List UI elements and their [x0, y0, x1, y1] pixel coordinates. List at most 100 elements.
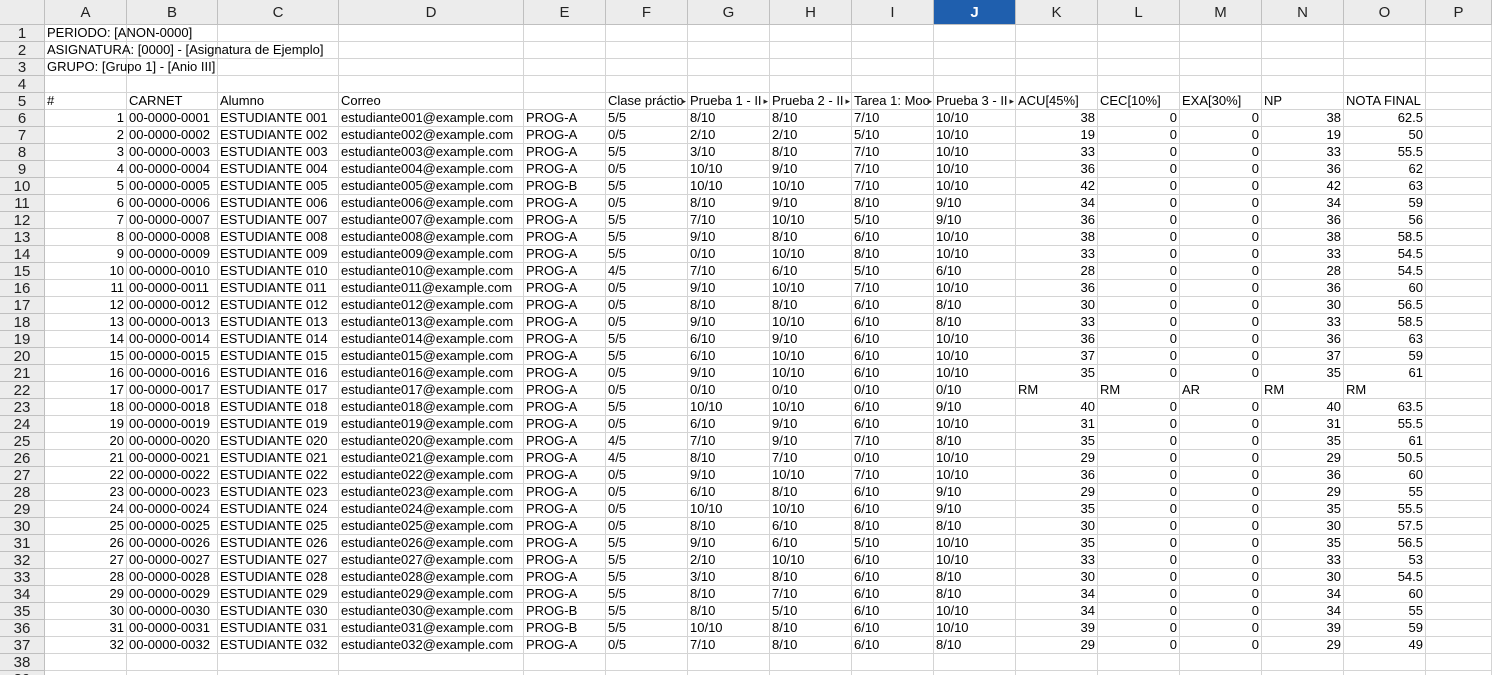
table-cell[interactable]: 00-0000-0029: [127, 586, 218, 603]
table-cell[interactable]: 9/10: [770, 416, 852, 433]
table-cell[interactable]: 19: [1016, 127, 1098, 144]
table-cell[interactable]: 29: [1262, 450, 1344, 467]
table-cell[interactable]: 6/10: [852, 399, 934, 416]
table-cell[interactable]: 00-0000-0028: [127, 569, 218, 586]
table-cell[interactable]: 8/10: [934, 637, 1016, 654]
table-cell[interactable]: 10/10: [688, 399, 770, 416]
table-cell[interactable]: 38: [1016, 229, 1098, 246]
table-cell[interactable]: 0/5: [606, 297, 688, 314]
table-cell[interactable]: 60: [1344, 467, 1426, 484]
table-cell[interactable]: 42: [1016, 178, 1098, 195]
table-cell[interactable]: PROG-A: [524, 246, 606, 263]
header-cell[interactable]: ACU[45%]: [1016, 93, 1098, 110]
row-header[interactable]: 11: [0, 195, 45, 212]
table-cell[interactable]: 6/10: [852, 637, 934, 654]
table-cell[interactable]: 0: [1098, 450, 1180, 467]
table-cell[interactable]: 00-0000-0014: [127, 331, 218, 348]
table-cell[interactable]: 10/10: [770, 314, 852, 331]
table-cell[interactable]: 33: [1016, 246, 1098, 263]
header-cell[interactable]: Tarea 1: Moo: [852, 93, 934, 110]
table-cell[interactable]: 0: [1098, 263, 1180, 280]
row-header[interactable]: 25: [0, 433, 45, 450]
table-cell[interactable]: 0/5: [606, 195, 688, 212]
table-cell[interactable]: estudiante022@example.com: [339, 467, 524, 484]
table-cell[interactable]: 0: [1098, 246, 1180, 263]
table-cell[interactable]: 00-0000-0010: [127, 263, 218, 280]
table-cell[interactable]: 0: [1098, 161, 1180, 178]
table-cell[interactable]: 9/10: [934, 195, 1016, 212]
table-cell[interactable]: 6/10: [852, 297, 934, 314]
table-cell[interactable]: 7/10: [852, 280, 934, 297]
table-cell[interactable]: 00-0000-0021: [127, 450, 218, 467]
table-cell[interactable]: 0: [1180, 416, 1262, 433]
table-cell[interactable]: estudiante011@example.com: [339, 280, 524, 297]
table-cell[interactable]: 7: [45, 212, 127, 229]
table-cell[interactable]: estudiante006@example.com: [339, 195, 524, 212]
table-cell[interactable]: 0: [1098, 399, 1180, 416]
table-cell[interactable]: 5/5: [606, 144, 688, 161]
table-cell[interactable]: 0/5: [606, 416, 688, 433]
table-cell[interactable]: 30: [1262, 569, 1344, 586]
table-cell[interactable]: PROG-A: [524, 161, 606, 178]
grid-cell[interactable]: [852, 25, 934, 42]
grid-cell[interactable]: [1344, 654, 1426, 671]
table-cell[interactable]: 10/10: [934, 144, 1016, 161]
table-cell[interactable]: 00-0000-0031: [127, 620, 218, 637]
table-cell[interactable]: PROG-A: [524, 501, 606, 518]
table-cell[interactable]: PROG-A: [524, 365, 606, 382]
grid-cell[interactable]: [606, 76, 688, 93]
table-cell[interactable]: PROG-A: [524, 263, 606, 280]
table-cell[interactable]: 5/5: [606, 178, 688, 195]
grid-cell[interactable]: [1344, 42, 1426, 59]
table-cell[interactable]: 00-0000-0003: [127, 144, 218, 161]
table-cell[interactable]: 0/5: [606, 127, 688, 144]
grid-cell[interactable]: [1098, 59, 1180, 76]
table-cell[interactable]: 54.5: [1344, 569, 1426, 586]
grid-cell[interactable]: [852, 42, 934, 59]
grid-cell[interactable]: [934, 654, 1016, 671]
table-cell[interactable]: 34: [1016, 586, 1098, 603]
table-cell[interactable]: 0: [1180, 110, 1262, 127]
table-cell[interactable]: 55.5: [1344, 501, 1426, 518]
grid-cell[interactable]: [688, 42, 770, 59]
grid-cell[interactable]: [688, 59, 770, 76]
table-cell[interactable]: ESTUDIANTE 011: [218, 280, 339, 297]
table-cell[interactable]: PROG-A: [524, 586, 606, 603]
table-cell[interactable]: 7/10: [852, 467, 934, 484]
table-cell[interactable]: 6/10: [852, 314, 934, 331]
table-cell[interactable]: 6/10: [852, 484, 934, 501]
table-cell[interactable]: PROG-A: [524, 297, 606, 314]
table-cell[interactable]: 0: [1180, 586, 1262, 603]
table-cell[interactable]: 10/10: [934, 620, 1016, 637]
row-header[interactable]: 27: [0, 467, 45, 484]
row-header[interactable]: 22: [0, 382, 45, 399]
table-cell[interactable]: 40: [1262, 399, 1344, 416]
row-header[interactable]: 1: [0, 25, 45, 42]
table-cell[interactable]: PROG-A: [524, 569, 606, 586]
table-cell[interactable]: 0: [1180, 161, 1262, 178]
table-cell[interactable]: 0: [1098, 569, 1180, 586]
grid-cell[interactable]: [770, 654, 852, 671]
grid-cell[interactable]: [1426, 654, 1492, 671]
row-header[interactable]: 37: [0, 637, 45, 654]
table-cell[interactable]: PROG-A: [524, 518, 606, 535]
table-cell[interactable]: 21: [45, 450, 127, 467]
grid-cell[interactable]: [688, 76, 770, 93]
table-cell[interactable]: 5/5: [606, 569, 688, 586]
table-cell[interactable]: 4/5: [606, 433, 688, 450]
table-cell[interactable]: 10/10: [770, 365, 852, 382]
table-cell[interactable]: 0/10: [688, 246, 770, 263]
table-cell[interactable]: 8/10: [770, 144, 852, 161]
table-cell[interactable]: 35: [1262, 535, 1344, 552]
table-cell[interactable]: 00-0000-0030: [127, 603, 218, 620]
table-cell[interactable]: 0: [1098, 314, 1180, 331]
table-cell[interactable]: 29: [1016, 450, 1098, 467]
grid-cell[interactable]: [1426, 331, 1492, 348]
column-header-j[interactable]: J: [934, 0, 1016, 25]
grid-cell[interactable]: [1016, 671, 1098, 675]
table-cell[interactable]: 0: [1098, 433, 1180, 450]
table-cell[interactable]: 8/10: [770, 569, 852, 586]
grid-cell[interactable]: [688, 25, 770, 42]
table-cell[interactable]: 10/10: [934, 450, 1016, 467]
header-cell[interactable]: Prueba 1 - II: [688, 93, 770, 110]
